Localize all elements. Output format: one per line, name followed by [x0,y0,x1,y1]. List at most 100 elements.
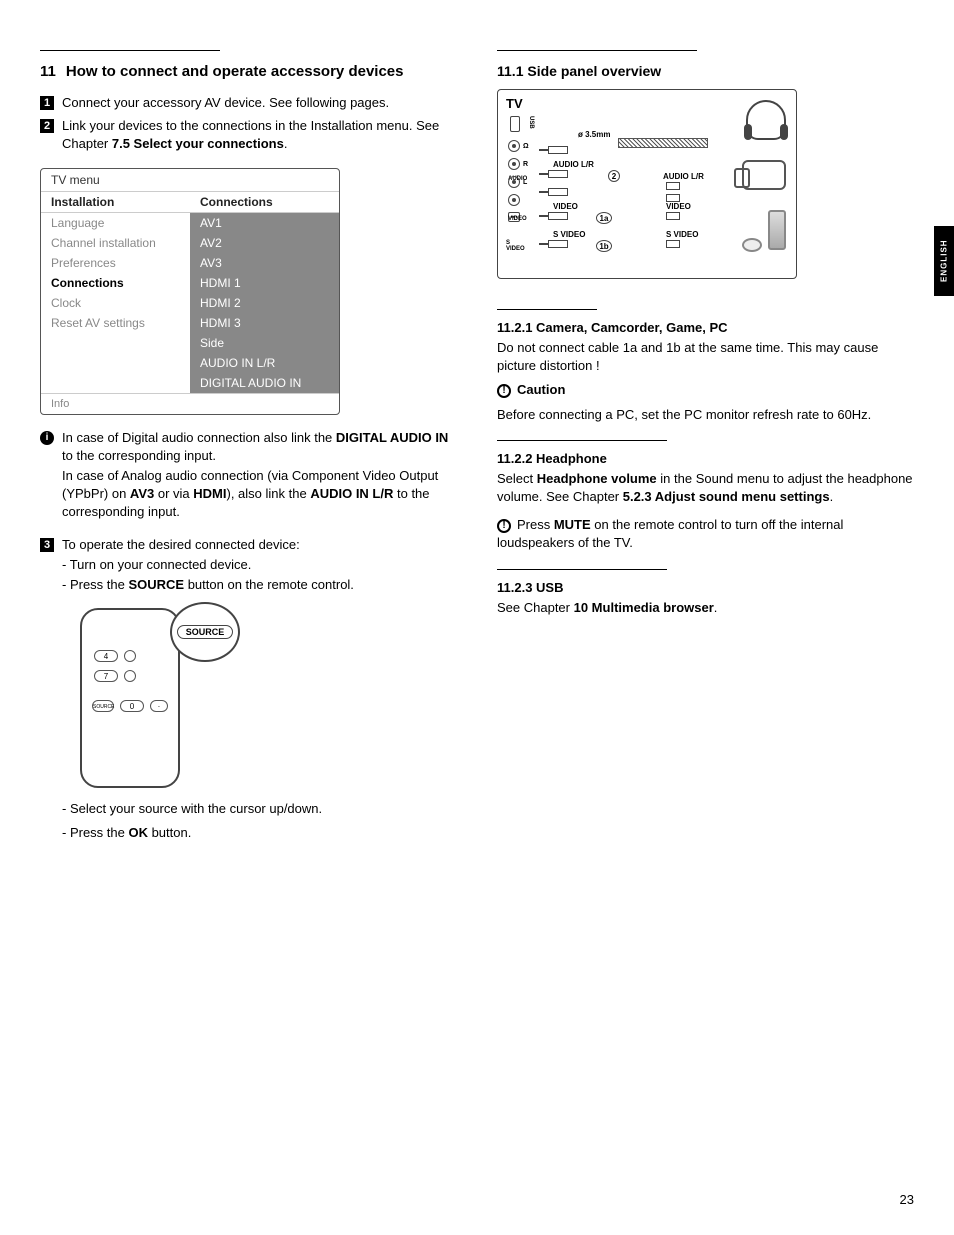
menu-item: HDMI 1 [190,273,339,293]
callout-2: 2 [608,170,620,182]
video-jack-icon [508,194,520,206]
svideo-label: S VIDEO [553,230,585,239]
tv-label: TV [506,96,523,111]
plug-icon [666,212,680,220]
menu-item [41,353,190,373]
callout-1b: 1b [596,240,612,252]
menu-item: DIGITAL AUDIO IN [190,373,339,393]
menu-col-head: Installation [41,192,190,213]
source-label: SOURCE [177,625,234,639]
step-badge: 3 [40,538,54,552]
svideo-label: S VIDEO [666,230,698,239]
usb-jack-icon [510,116,520,132]
menu-footer: Info [41,393,339,414]
step-2: 2 Link your devices to the connections i… [40,117,457,155]
remote-button-7: 7 [94,670,118,682]
step-1: 1 Connect your accessory AV device. See … [40,94,457,114]
section-heading: 11 How to connect and operate accessory … [40,63,457,80]
info-text: In case of Analog audio connection (via … [62,467,457,522]
plug-icon [666,194,680,202]
headphones-icon [746,100,786,140]
source-callout: SOURCE [158,612,240,682]
menu-item [41,333,190,353]
remote-button-0: 0 [120,700,144,712]
info-note: i In case of Digital audio connection al… [40,429,457,524]
video-label: VIDEO [666,202,691,211]
divider [497,309,597,310]
step-badge: 2 [40,119,54,133]
audio-lr-label: AUDIO L/R [553,160,594,169]
headphone-cable-icon [618,138,708,148]
body-text: Before connecting a PC, set the PC monit… [497,406,914,424]
step-bullet: - Press the SOURCE button on the remote … [62,576,354,594]
menu-item: Channel installation [41,233,190,253]
menu-item: HDMI 3 [190,313,339,333]
menu-title: TV menu [41,169,339,192]
remote-illustration: 4 7 SOURCE 0 · SOURCE [80,608,250,788]
caution-icon: ! [497,384,511,398]
step-text: To operate the desired connected device: [62,536,354,554]
menu-item: AV1 [190,213,339,233]
body-text: Select Headphone volume in the Sound men… [497,470,914,506]
menu-item: Preferences [41,253,190,273]
language-tab: ENGLISH [934,226,954,296]
menu-item-selected: Connections [41,273,190,293]
caution-heading: !Caution [497,381,914,399]
menu-col-head: Connections [190,192,339,213]
remote-button-round [124,650,136,662]
game-console-icon [742,210,786,260]
body-text: See Chapter 10 Multimedia browser. [497,599,914,617]
divider [497,569,667,570]
section-number: 11 [40,63,56,80]
audio-r-label: R [523,161,528,168]
step-bullet: - Select your source with the cursor up/… [62,800,457,818]
usb-label: USB [528,116,534,129]
plug-icon [666,182,680,190]
subsection-heading: 11.1 Side panel overview [497,63,914,79]
video-label: VIDEO [508,216,527,222]
plug-icon [548,240,568,248]
caution-icon: ! [497,519,511,533]
svideo-label: S VIDEO [506,240,529,252]
plug-icon [548,146,568,154]
body-text: !Press MUTE on the remote control to tur… [497,516,914,552]
menu-item: HDMI 2 [190,293,339,313]
divider [40,50,220,51]
step-text: Connect your accessory AV device. See fo… [62,94,389,112]
menu-item: AUDIO IN L/R [190,353,339,373]
camcorder-icon [742,160,786,190]
callout-1a: 1a [596,212,612,224]
step-bullet: - Press the OK button. [62,824,457,842]
step-bullet: - Turn on your connected device. [62,556,354,574]
menu-item: Language [41,213,190,233]
remote-button-dot: · [150,700,168,712]
video-label: VIDEO [553,202,578,211]
divider [497,440,667,441]
audio-l-jack-icon [508,176,520,188]
tv-menu-table: TV menu Installation Language Channel in… [40,168,340,415]
step-text: Link your devices to the connections in … [62,117,457,153]
hp-symbol: Ω [523,143,529,150]
menu-item: AV3 [190,253,339,273]
audio-r-jack-icon [508,158,520,170]
subsection-heading: 11.2.1 Camera, Camcorder, Game, PC [497,320,914,335]
step-3: 3 To operate the desired connected devic… [40,536,457,597]
plug-icon [548,170,568,178]
jack-35-label: ø 3.5mm [578,130,610,139]
menu-item: Clock [41,293,190,313]
menu-item: AV2 [190,233,339,253]
plug-icon [548,188,568,196]
section-title: How to connect and operate accessory dev… [66,63,404,80]
menu-item: Reset AV settings [41,313,190,333]
body-text: Do not connect cable 1a and 1b at the sa… [497,339,914,375]
plug-icon [666,240,680,248]
step-badge: 1 [40,96,54,110]
subsection-heading: 11.2.3 USB [497,580,914,595]
remote-button-round [124,670,136,682]
page-number: 23 [900,1192,914,1207]
remote-button-source-small: SOURCE [92,700,114,712]
menu-item: Side [190,333,339,353]
plug-icon [548,212,568,220]
info-icon: i [40,431,54,445]
subsection-heading: 11.2.2 Headphone [497,451,914,466]
